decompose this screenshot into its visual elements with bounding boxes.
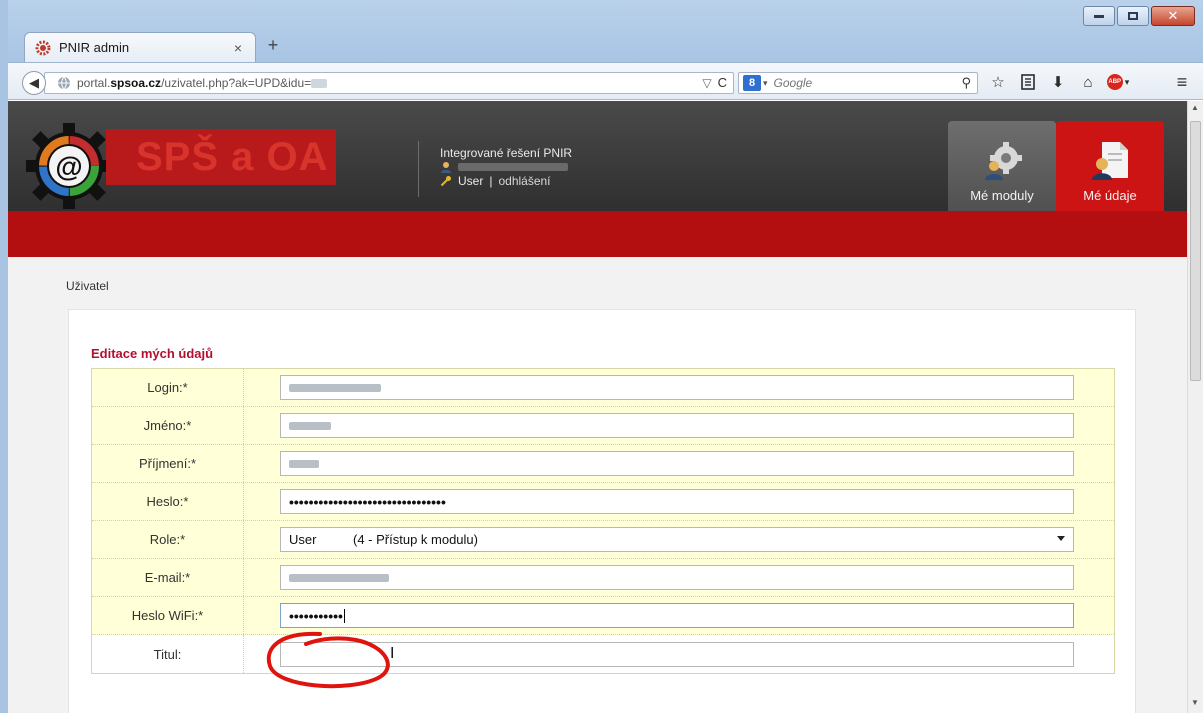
reload-icon[interactable]: C [718,75,727,90]
redacted-value [289,573,389,582]
form-row-first-name: Jméno:* [92,407,1114,445]
tile-my-modules[interactable]: Mé moduly [948,121,1056,213]
download-icon[interactable]: ⬇ [1043,71,1073,93]
tab-close-icon[interactable]: × [231,40,245,56]
email-input[interactable] [280,565,1074,590]
url-text: portal.spsoa.cz/uzivatel.php?ak=UPD&idu= [77,76,328,90]
logo-gear-icon: @ [26,123,112,209]
adblock-icon[interactable]: ABP ▾ [1103,71,1133,93]
form-row-title: Titul: [92,635,1114,673]
panel-title: Editace mých údajů [91,346,214,361]
field-label: Login:* [92,369,244,406]
star-icon[interactable]: ☆ [983,71,1013,93]
logo-text: SPŠ a OA [136,134,329,179]
minimize-button[interactable] [1083,6,1115,26]
url-dropdown-icon[interactable]: ▽ [702,76,711,90]
form-row-last-name: Příjmení:* [92,445,1114,483]
globe-icon [58,76,70,90]
field-label: E-mail:* [92,559,244,596]
scroll-thumb[interactable] [1190,121,1201,381]
last-name-input[interactable] [280,451,1074,476]
google-engine-icon[interactable]: 8 [743,75,761,91]
engine-dropdown-icon[interactable]: ▾ [763,78,768,89]
chevron-down-icon [1057,536,1065,541]
new-tab-button[interactable]: + [262,34,284,56]
user-role: User [458,174,484,188]
user-name-redacted [458,163,568,171]
address-bar[interactable]: portal.spsoa.cz/uzivatel.php?ak=UPD&idu=… [44,72,734,94]
scroll-down-icon[interactable]: ▼ [1191,698,1199,707]
logo-plate: SPŠ a OA [106,129,336,185]
gear-favicon-icon [35,40,51,56]
separator: | [489,174,493,188]
search-bar[interactable]: 8 ▾ ⚲ [738,72,978,94]
role-value: User [289,532,317,547]
breadcrumb: Uživatel [66,279,109,293]
scroll-up-icon[interactable]: ▲ [1191,103,1199,112]
tile-label: Mé údaje [1083,188,1137,203]
user-form: Login:* Jméno:* Příjmení:* Heslo:* •••••… [91,368,1115,674]
redacted-value [289,383,381,392]
role-detail: (4 - Přístup k modulu) [353,532,478,547]
field-label: Titul: [92,635,244,673]
system-name: Integrované řešení PNIR [440,146,573,160]
menu-icon[interactable]: ≡ [1171,71,1193,93]
field-label: Příjmení:* [92,445,244,482]
document-user-icon [1092,142,1128,180]
back-button[interactable]: ◀ [22,71,46,95]
page-viewport: @ SPŠ a OA Integrované řešení PNIR User … [8,101,1187,713]
window-controls: ✕ [1083,6,1195,26]
wifi-password-input[interactable]: ••••••••••• [280,603,1074,628]
wifi-password-mask: ••••••••••• [289,607,343,624]
logout-link[interactable]: odhlášení [498,173,550,189]
search-icon[interactable]: ⚲ [961,75,971,91]
tab-title: PNIR admin [59,40,130,55]
header-info: Integrované řešení PNIR User | odhlášení [440,145,572,189]
form-row-wifi-password: Heslo WiFi:* ••••••••••• [92,597,1114,635]
close-window-button[interactable]: ✕ [1151,6,1195,26]
text-caret [343,608,345,623]
password-mask: •••••••••••••••••••••••••••••••• [289,493,446,510]
form-row-email: E-mail:* [92,559,1114,597]
mouse-ibeam-cursor: I [390,645,395,662]
redacted-value [289,421,331,430]
login-input[interactable] [280,375,1074,400]
title-input[interactable] [280,641,1074,667]
browser-tab[interactable]: PNIR admin × [24,32,256,62]
window-border [0,0,8,713]
search-input[interactable] [773,76,944,90]
field-label: Heslo:* [92,483,244,520]
form-row-password: Heslo:* •••••••••••••••••••••••••••••••• [92,483,1114,521]
tile-label: Mé moduly [970,188,1034,203]
redacted-value [289,459,319,468]
site-header: @ SPŠ a OA Integrované řešení PNIR User … [8,101,1187,213]
header-red-bar [8,211,1187,257]
svg-text:@: @ [55,151,82,182]
form-row-login: Login:* [92,369,1114,407]
header-divider [418,141,419,197]
password-input[interactable]: •••••••••••••••••••••••••••••••• [280,489,1074,514]
maximize-button[interactable] [1117,6,1149,26]
tile-my-details[interactable]: Mé údaje [1056,121,1164,213]
role-select[interactable]: User (4 - Přístup k modulu) [280,527,1074,552]
first-name-input[interactable] [280,413,1074,438]
user-icon [441,162,451,173]
bookmarks-icon[interactable] [1013,71,1043,93]
field-label: Role:* [92,521,244,558]
field-label: Jméno:* [92,407,244,444]
back-icon: ◀ [29,75,39,90]
home-icon[interactable]: ⌂ [1073,71,1103,93]
gears-user-icon [985,142,1022,180]
edit-panel: Editace mých údajů Login:* Jméno:* Příjm… [68,309,1136,713]
vertical-scrollbar[interactable]: ▲ ▼ [1187,101,1203,713]
form-row-role: Role:* User (4 - Přístup k modulu) [92,521,1114,559]
key-icon [440,176,451,187]
navigation-bar: portal.spsoa.cz/uzivatel.php?ak=UPD&idu=… [8,62,1203,100]
field-label: Heslo WiFi:* [92,597,244,634]
